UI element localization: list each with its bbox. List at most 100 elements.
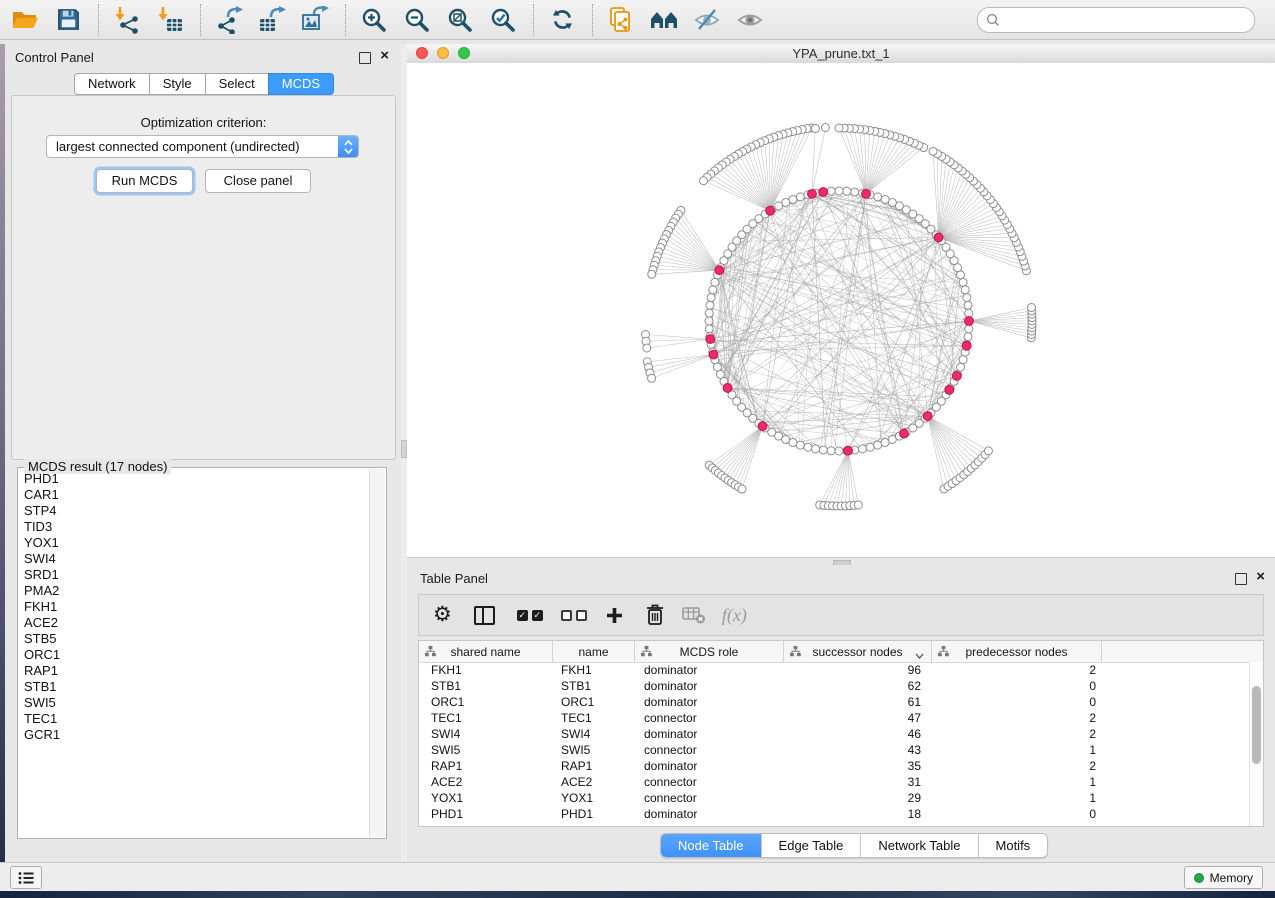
table-cell[interactable]: TEC1 bbox=[419, 711, 553, 725]
table-cell[interactable]: 43 bbox=[784, 743, 932, 757]
table-panel-close-icon[interactable]: × bbox=[1256, 568, 1265, 586]
delete-column-trash-icon[interactable] bbox=[644, 600, 666, 630]
show-all-eye-icon[interactable] bbox=[733, 3, 767, 37]
network-window-titlebar[interactable]: YPA_prune.txt_1 bbox=[407, 44, 1275, 64]
mcds-result-item[interactable]: CAR1 bbox=[24, 487, 369, 503]
column-header-successor-nodes[interactable]: successor nodes bbox=[784, 641, 932, 662]
table-cell[interactable]: 47 bbox=[784, 711, 932, 725]
table-cell[interactable]: PHD1 bbox=[553, 807, 635, 821]
table-row[interactable]: RAP1RAP1dominator352 bbox=[419, 758, 1250, 774]
tab-network[interactable]: Network bbox=[74, 73, 150, 95]
zoom-selected-icon[interactable] bbox=[486, 3, 520, 37]
table-panel-float-icon[interactable] bbox=[1235, 573, 1247, 585]
save-session-icon[interactable] bbox=[51, 3, 85, 37]
zoom-fit-icon[interactable] bbox=[443, 3, 477, 37]
open-session-icon[interactable] bbox=[8, 3, 42, 37]
mcds-result-list[interactable]: PHD1CAR1STP4TID3YOX1SWI4SRD1PMA2FKH1ACE2… bbox=[19, 471, 369, 837]
import-network-icon[interactable] bbox=[110, 3, 144, 37]
table-cell[interactable]: TEC1 bbox=[553, 711, 635, 725]
table-cell[interactable]: 31 bbox=[784, 775, 932, 789]
table-cell[interactable]: dominator bbox=[635, 695, 784, 709]
table-cell[interactable]: dominator bbox=[635, 663, 784, 677]
table-cell[interactable]: PHD1 bbox=[419, 807, 553, 821]
table-cell[interactable]: FKH1 bbox=[553, 663, 635, 677]
tab-style[interactable]: Style bbox=[149, 73, 206, 95]
mcds-result-item[interactable]: YOX1 bbox=[24, 535, 369, 551]
mcds-result-item[interactable]: STB1 bbox=[24, 679, 369, 695]
memory-button[interactable]: Memory bbox=[1184, 866, 1263, 889]
table-cell[interactable]: SWI4 bbox=[419, 727, 553, 741]
export-image-icon[interactable] bbox=[298, 3, 332, 37]
table-cell[interactable]: 2 bbox=[932, 727, 1102, 741]
hide-selected-eye-slash-icon[interactable] bbox=[690, 3, 724, 37]
control-panel-close-icon[interactable]: × bbox=[380, 47, 389, 65]
table-cell[interactable]: connector bbox=[635, 791, 784, 805]
mcds-result-item[interactable]: PHD1 bbox=[24, 471, 369, 487]
table-row[interactable]: ORC1ORC1dominator610 bbox=[419, 694, 1250, 710]
mcds-result-item[interactable]: TID3 bbox=[24, 519, 369, 535]
tab-edge-table[interactable]: Edge Table bbox=[762, 834, 862, 857]
table-cell[interactable]: 0 bbox=[932, 695, 1102, 709]
table-cell[interactable]: YOX1 bbox=[553, 791, 635, 805]
table-cell[interactable]: 2 bbox=[932, 663, 1102, 677]
show-columns-icon[interactable] bbox=[474, 600, 495, 630]
table-cell[interactable]: 0 bbox=[932, 807, 1102, 821]
table-row[interactable]: YOX1YOX1connector291 bbox=[419, 790, 1250, 806]
select-all-checkboxes-icon[interactable]: ✓✓ bbox=[517, 600, 543, 630]
mcds-result-item[interactable]: ORC1 bbox=[24, 647, 369, 663]
table-row[interactable]: PHD1PHD1dominator180 bbox=[419, 806, 1250, 822]
table-scrollbar-thumb[interactable] bbox=[1252, 686, 1261, 764]
table-cell[interactable]: STB1 bbox=[553, 679, 635, 693]
table-row[interactable]: SWI4SWI4dominator462 bbox=[419, 726, 1250, 742]
column-header-predecessor-nodes[interactable]: predecessor nodes bbox=[932, 641, 1102, 662]
table-cell[interactable]: connector bbox=[635, 743, 784, 757]
column-header-shared-name[interactable]: shared name bbox=[419, 641, 553, 662]
mcds-result-item[interactable]: ACE2 bbox=[24, 615, 369, 631]
mcds-result-item[interactable]: GCR1 bbox=[24, 727, 369, 743]
column-header-mcds-role[interactable]: MCDS role bbox=[635, 641, 784, 662]
table-cell[interactable]: 18 bbox=[784, 807, 932, 821]
table-row[interactable]: FKH1FKH1dominator962 bbox=[419, 662, 1250, 678]
close-panel-button[interactable]: Close panel bbox=[205, 169, 311, 193]
table-cell[interactable]: YOX1 bbox=[419, 791, 553, 805]
tab-mcds[interactable]: MCDS bbox=[268, 73, 334, 95]
tab-node-table[interactable]: Node Table bbox=[661, 834, 762, 857]
add-column-icon[interactable] bbox=[605, 600, 624, 630]
mcds-result-item[interactable]: RAP1 bbox=[24, 663, 369, 679]
table-cell[interactable]: FKH1 bbox=[419, 663, 553, 677]
table-cell[interactable]: dominator bbox=[635, 679, 784, 693]
table-row[interactable]: SWI5SWI5connector431 bbox=[419, 742, 1250, 758]
mcds-result-item[interactable]: FKH1 bbox=[24, 599, 369, 615]
table-cell[interactable]: dominator bbox=[635, 759, 784, 773]
mcds-result-item[interactable]: STB5 bbox=[24, 631, 369, 647]
network-canvas[interactable] bbox=[407, 63, 1275, 557]
first-neighbors-icon[interactable] bbox=[647, 3, 681, 37]
import-table-icon[interactable] bbox=[153, 3, 187, 37]
deselect-all-checkboxes-icon[interactable] bbox=[561, 600, 587, 630]
table-cell[interactable]: dominator bbox=[635, 727, 784, 741]
table-cell[interactable]: ACE2 bbox=[419, 775, 553, 789]
table-cell[interactable]: 96 bbox=[784, 663, 932, 677]
table-cell[interactable]: 1 bbox=[932, 775, 1102, 789]
table-cell[interactable]: 35 bbox=[784, 759, 932, 773]
new-network-from-selection-icon[interactable] bbox=[604, 3, 638, 37]
table-cell[interactable]: SWI4 bbox=[553, 727, 635, 741]
table-row[interactable]: ACE2ACE2connector311 bbox=[419, 774, 1250, 790]
table-cell[interactable]: RAP1 bbox=[419, 759, 553, 773]
table-cell[interactable]: ORC1 bbox=[419, 695, 553, 709]
table-cell[interactable]: ACE2 bbox=[553, 775, 635, 789]
table-cell[interactable]: RAP1 bbox=[553, 759, 635, 773]
column-header-name[interactable]: name bbox=[553, 641, 635, 662]
table-cell[interactable]: 29 bbox=[784, 791, 932, 805]
table-cell[interactable]: connector bbox=[635, 711, 784, 725]
mcds-result-item[interactable]: TEC1 bbox=[24, 711, 369, 727]
tab-network-table[interactable]: Network Table bbox=[861, 834, 978, 857]
table-cell[interactable]: SWI5 bbox=[419, 743, 553, 757]
table-cell[interactable]: dominator bbox=[635, 807, 784, 821]
table-row[interactable]: TEC1TEC1connector472 bbox=[419, 710, 1250, 726]
search-input[interactable] bbox=[1005, 10, 1254, 30]
table-cell[interactable]: 2 bbox=[932, 711, 1102, 725]
mcds-result-item[interactable]: PMA2 bbox=[24, 583, 369, 599]
table-cell[interactable]: connector bbox=[635, 775, 784, 789]
export-table-icon[interactable] bbox=[255, 3, 289, 37]
